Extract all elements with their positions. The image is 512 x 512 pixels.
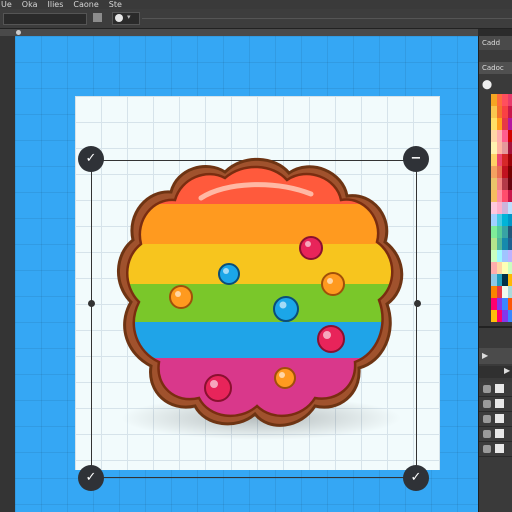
color-swatch[interactable] — [507, 310, 512, 322]
layer-visibility-icon[interactable] — [483, 415, 491, 423]
options-bar: ▾ — [0, 9, 512, 29]
layer-row[interactable] — [479, 412, 512, 427]
handle-bottom-right[interactable]: ✓ — [403, 465, 429, 491]
candy-dot — [317, 325, 345, 353]
tools-strip — [0, 36, 15, 512]
brush-picker[interactable]: ▾ — [112, 12, 140, 25]
handle-middle-left[interactable] — [88, 300, 95, 307]
panel-divider — [479, 326, 512, 328]
layer-thumbnail — [495, 444, 504, 453]
color-swatch[interactable] — [507, 154, 512, 166]
handle-middle-right[interactable] — [414, 300, 421, 307]
color-swatch[interactable] — [507, 202, 512, 214]
color-swatch[interactable] — [507, 238, 512, 250]
color-swatch[interactable] — [507, 214, 512, 226]
layers-toolbar: ▶ — [479, 366, 512, 378]
handle-top-right[interactable]: − — [403, 146, 429, 172]
chevron-down-icon: ▾ — [127, 13, 131, 21]
layer-row[interactable] — [479, 382, 512, 397]
menu-item-oka[interactable]: Oka — [22, 0, 38, 9]
candy-dot — [204, 374, 232, 402]
menu-item-ilies[interactable]: Ilies — [47, 0, 63, 9]
layer-thumbnail — [495, 414, 504, 423]
layer-visibility-icon[interactable] — [483, 445, 491, 453]
play-icon[interactable]: ▶ — [482, 351, 488, 360]
menu-item-ue[interactable]: Ue — [1, 0, 12, 9]
layer-thumbnail — [495, 429, 504, 438]
layer-row[interactable] — [479, 427, 512, 442]
document-tab-bar — [0, 29, 478, 36]
layers-header: ▶ — [479, 348, 512, 364]
color-swatch[interactable] — [507, 190, 512, 202]
candy-dot — [321, 272, 345, 296]
menu-item-caone[interactable]: Caone — [73, 0, 98, 9]
color-swatch[interactable] — [507, 118, 512, 130]
color-swatch[interactable] — [507, 130, 512, 142]
menu-item-ste[interactable]: Ste — [109, 0, 122, 9]
color-swatch[interactable] — [507, 106, 512, 118]
layer-visibility-icon[interactable] — [483, 430, 491, 438]
candy-dot — [299, 236, 323, 260]
layer-visibility-icon[interactable] — [483, 400, 491, 408]
layer-visibility-icon[interactable] — [483, 385, 491, 393]
canvas-area[interactable]: ✓ − ✓ ✓ — [15, 36, 478, 512]
color-swatch[interactable] — [507, 250, 512, 262]
right-panel: Cadd Cadoc ⬤ ▶ ▶ — [478, 36, 512, 512]
color-swatch[interactable] — [507, 142, 512, 154]
tool-preset-field[interactable] — [3, 13, 87, 25]
tab-dot-icon[interactable] — [16, 30, 21, 35]
layer-row[interactable] — [479, 442, 512, 457]
panel-tab-color[interactable]: Cadd — [479, 36, 512, 50]
color-swatch[interactable] — [507, 298, 512, 310]
expand-icon[interactable]: ▶ — [504, 366, 510, 375]
candy-dot — [218, 263, 240, 285]
layer-thumbnail — [495, 384, 504, 393]
handle-bottom-left[interactable]: ✓ — [78, 465, 104, 491]
cookie-illustration — [117, 157, 404, 440]
candy-dot — [169, 285, 193, 309]
layer-row[interactable] — [479, 397, 512, 412]
handle-top-left[interactable]: ✓ — [78, 146, 104, 172]
artboard[interactable]: ✓ − ✓ ✓ — [75, 96, 440, 491]
color-swatch[interactable] — [507, 274, 512, 286]
square-icon[interactable] — [93, 13, 102, 22]
color-swatch[interactable] — [507, 286, 512, 298]
color-swatch[interactable] — [507, 178, 512, 190]
color-swatch[interactable] — [507, 94, 512, 106]
brush-icon — [115, 14, 123, 22]
candy-dot — [273, 296, 299, 322]
panel-tab-swatches[interactable]: Cadoc — [479, 62, 512, 74]
color-swatch[interactable] — [507, 262, 512, 274]
options-divider — [142, 18, 512, 19]
layer-thumbnail — [495, 399, 504, 408]
color-swatch[interactable] — [507, 226, 512, 238]
color-swatch[interactable] — [507, 166, 512, 178]
candy-dot — [274, 367, 296, 389]
eyedropper-icon[interactable]: ⬤ — [482, 80, 492, 90]
menu-bar: Ue Oka Ilies Caone Ste — [0, 0, 512, 9]
swatch-grid[interactable] — [491, 94, 512, 322]
